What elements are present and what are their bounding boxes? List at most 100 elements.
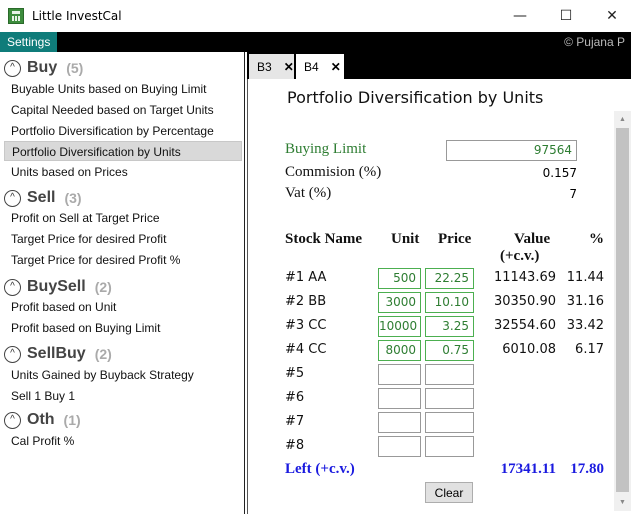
stock-name: #8 bbox=[285, 438, 305, 453]
category-buysell-header[interactable]: ^ BuySell (2) bbox=[4, 276, 112, 298]
unit-input[interactable]: 3000 bbox=[378, 292, 421, 313]
percent-cell: 6.17 bbox=[575, 342, 604, 357]
category-oth-header[interactable]: ^ Oth (1) bbox=[4, 409, 81, 431]
menu-bar: Settings © Pujana P bbox=[0, 32, 631, 52]
unit-input[interactable] bbox=[378, 364, 421, 385]
sidebar: ^ Buy (5) Buyable Units based on Buying … bbox=[0, 52, 245, 514]
unit-input[interactable] bbox=[378, 388, 421, 409]
tab-strip: B3 ✕ B4 ✕ bbox=[247, 52, 631, 79]
tab-label: B4 bbox=[304, 59, 319, 74]
copyright-text: © Pujana P bbox=[564, 35, 625, 49]
value-cell: 6010.08 bbox=[502, 342, 556, 357]
calculator-panel: Portfolio Diversification by Units Buyin… bbox=[247, 79, 631, 514]
price-input[interactable] bbox=[425, 436, 474, 457]
stock-name: #3 CC bbox=[285, 318, 327, 333]
price-input[interactable] bbox=[425, 364, 474, 385]
sidebar-item[interactable]: Units based on Prices bbox=[4, 162, 242, 182]
percent-header: % bbox=[589, 231, 604, 247]
category-sell-header[interactable]: ^ Sell (3) bbox=[4, 187, 82, 209]
value-cell: 32554.60 bbox=[493, 318, 556, 333]
collapse-up-icon[interactable]: ^ bbox=[4, 278, 21, 296]
stock-name: #2 BB bbox=[285, 294, 327, 309]
price-input[interactable] bbox=[425, 412, 474, 433]
buying-limit-label: Buying Limit bbox=[285, 141, 367, 157]
sidebar-item[interactable]: Portfolio Diversification by Percentage bbox=[4, 121, 242, 141]
minimize-button[interactable]: — bbox=[497, 0, 543, 32]
value-subheader: (+c.v.) bbox=[500, 248, 540, 264]
tab-b3[interactable]: B3 ✕ bbox=[249, 54, 294, 79]
percent-cell: 33.42 bbox=[566, 318, 604, 333]
sidebar-item[interactable]: Target Price for desired Profit % bbox=[4, 250, 242, 270]
sidebar-item[interactable]: Sell 1 Buy 1 bbox=[4, 386, 242, 406]
price-input[interactable] bbox=[425, 388, 474, 409]
sidebar-item-selected[interactable]: Portfolio Diversification by Units bbox=[4, 141, 242, 161]
commission-value: 0.157 bbox=[542, 166, 577, 180]
scroll-thumb[interactable] bbox=[616, 128, 629, 492]
percent-cell: 31.16 bbox=[566, 294, 604, 309]
unit-input[interactable]: 8000 bbox=[378, 340, 421, 361]
collapse-up-icon[interactable]: ^ bbox=[4, 345, 21, 363]
calculator-app-icon bbox=[8, 8, 24, 24]
left-percent: 17.80 bbox=[570, 461, 604, 477]
left-label: Left (+c.v.) bbox=[285, 461, 355, 477]
buying-limit-input[interactable]: 97564 bbox=[446, 140, 577, 161]
stock-name: #7 bbox=[285, 414, 305, 429]
stock-name: #6 bbox=[285, 390, 305, 405]
stock-name-header: Stock Name bbox=[285, 231, 363, 247]
collapse-up-icon[interactable]: ^ bbox=[4, 59, 21, 77]
stock-name: #4 CC bbox=[285, 342, 327, 357]
vertical-scrollbar[interactable]: ▲ ▼ bbox=[614, 111, 631, 511]
clear-button[interactable]: Clear bbox=[425, 482, 473, 503]
page-title: Portfolio Diversification by Units bbox=[287, 88, 544, 107]
window-title: Little InvestCal bbox=[32, 9, 122, 23]
category-name: Oth bbox=[27, 411, 55, 428]
tab-label: B3 bbox=[257, 59, 272, 74]
sidebar-item[interactable]: Profit based on Unit bbox=[4, 297, 242, 317]
sidebar-item[interactable]: Units Gained by Buyback Strategy bbox=[4, 365, 242, 385]
category-buy-header[interactable]: ^ Buy (5) bbox=[4, 57, 83, 79]
maximize-button[interactable]: ☐ bbox=[543, 0, 589, 32]
value-header: Value bbox=[514, 231, 551, 247]
category-name: BuySell bbox=[27, 278, 86, 295]
unit-input[interactable]: 10000 bbox=[378, 316, 421, 337]
vat-value: 7 bbox=[569, 187, 577, 201]
collapse-up-icon[interactable]: ^ bbox=[4, 411, 21, 429]
collapse-up-icon[interactable]: ^ bbox=[4, 189, 21, 207]
tab-b4[interactable]: B4 ✕ bbox=[296, 54, 344, 79]
value-cell: 11143.69 bbox=[493, 270, 556, 285]
stock-name: #1 AA bbox=[285, 270, 327, 285]
price-input[interactable]: 10.10 bbox=[425, 292, 474, 313]
close-tab-icon[interactable]: ✕ bbox=[284, 60, 294, 74]
sidebar-item[interactable]: Target Price for desired Profit bbox=[4, 229, 242, 249]
close-tab-icon[interactable]: ✕ bbox=[331, 60, 341, 74]
price-input[interactable]: 0.75 bbox=[425, 340, 474, 361]
category-sellbuy-header[interactable]: ^ SellBuy (2) bbox=[4, 343, 112, 365]
sidebar-item[interactable]: Profit on Sell at Target Price bbox=[4, 208, 242, 228]
category-name: Buy bbox=[27, 59, 58, 76]
category-count: (2) bbox=[94, 279, 112, 295]
category-name: Sell bbox=[27, 189, 56, 206]
sidebar-item[interactable]: Capital Needed based on Target Units bbox=[4, 100, 242, 120]
value-cell: 30350.90 bbox=[493, 294, 556, 309]
settings-menu[interactable]: Settings bbox=[0, 32, 58, 52]
sidebar-item[interactable]: Buyable Units based on Buying Limit bbox=[4, 79, 242, 99]
category-name: SellBuy bbox=[27, 345, 86, 362]
commission-label: Commision (%) bbox=[285, 164, 382, 180]
scroll-up-icon[interactable]: ▲ bbox=[614, 111, 631, 128]
percent-cell: 11.44 bbox=[566, 270, 604, 285]
unit-input[interactable]: 500 bbox=[378, 268, 421, 289]
close-window-button[interactable]: ✕ bbox=[589, 0, 631, 32]
category-count: (5) bbox=[66, 60, 84, 76]
price-header: Price bbox=[438, 231, 472, 247]
category-count: (1) bbox=[63, 412, 81, 428]
unit-header: Unit bbox=[391, 231, 420, 247]
sidebar-item[interactable]: Cal Profit % bbox=[4, 431, 242, 451]
price-input[interactable]: 3.25 bbox=[425, 316, 474, 337]
sidebar-item[interactable]: Profit based on Buying Limit bbox=[4, 318, 242, 338]
unit-input[interactable] bbox=[378, 412, 421, 433]
vat-label: Vat (%) bbox=[285, 185, 332, 201]
scroll-down-icon[interactable]: ▼ bbox=[614, 494, 631, 511]
stock-name: #5 bbox=[285, 366, 305, 381]
unit-input[interactable] bbox=[378, 436, 421, 457]
price-input[interactable]: 22.25 bbox=[425, 268, 474, 289]
